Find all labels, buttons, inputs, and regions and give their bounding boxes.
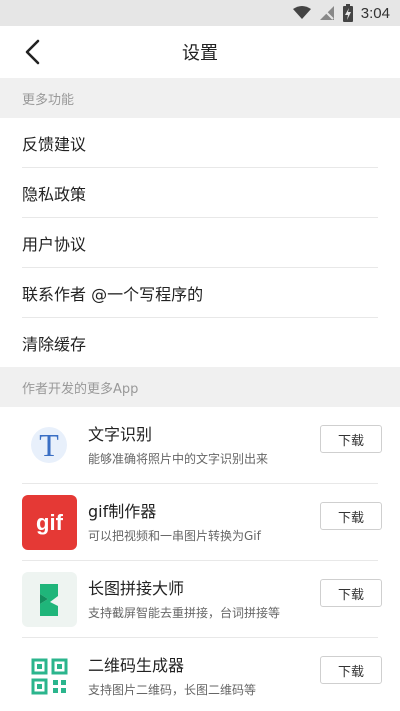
back-button[interactable] (18, 38, 46, 66)
menu-item-feedback[interactable]: 反馈建议 (0, 118, 400, 168)
settings-menu: 反馈建议 隐私政策 用户协议 联系作者 @一个写程序的 清除缓存 (0, 118, 400, 368)
download-button[interactable]: 下载 (320, 656, 382, 684)
app-description: 能够准确将照片中的文字识别出来 (88, 452, 269, 466)
text-recognition-icon: T (22, 418, 77, 473)
download-button[interactable]: 下载 (320, 425, 382, 453)
battery-charging-icon (342, 4, 353, 22)
gif-maker-icon: gif (22, 495, 77, 550)
app-description: 可以把视频和一串图片转换为Gif (88, 529, 261, 543)
app-item-text-recognition[interactable]: T 文字识别 能够准确将照片中的文字识别出来 下载 (0, 407, 400, 484)
svg-text:T: T (39, 427, 59, 463)
download-button[interactable]: 下载 (320, 579, 382, 607)
app-name: 二维码生成器 (88, 656, 185, 675)
long-image-stitch-icon (22, 572, 77, 627)
clock: 3:04 (360, 4, 390, 22)
wifi-icon (292, 6, 311, 19)
app-item-qr-generator[interactable]: 二维码生成器 支持图片二维码，长图二维码等 下载 (0, 638, 400, 711)
app-description: 支持截屏智能去重拼接，台词拼接等 (88, 606, 281, 620)
title-bar: 设置 (0, 26, 400, 78)
menu-item-user-agreement[interactable]: 用户协议 (0, 218, 400, 268)
menu-item-contact-author[interactable]: 联系作者 @一个写程序的 (0, 268, 400, 318)
qr-code-icon (22, 649, 77, 704)
status-bar: 3:04 (0, 0, 400, 26)
app-name: 长图拼接大师 (88, 579, 185, 598)
page-title: 设置 (182, 43, 218, 64)
app-description: 支持图片二维码，长图二维码等 (88, 683, 257, 697)
section-header-more-features: 更多功能 (0, 78, 400, 118)
download-button[interactable]: 下载 (320, 502, 382, 530)
app-item-long-image-stitch[interactable]: 长图拼接大师 支持截屏智能去重拼接，台词拼接等 下载 (0, 561, 400, 638)
gif-icon-text: gif (36, 509, 63, 535)
app-list: T 文字识别 能够准确将照片中的文字识别出来 下载 gif gif制作器 可以把… (0, 407, 400, 711)
section-header-more-apps: 作者开发的更多App (0, 367, 400, 407)
app-name: gif制作器 (88, 502, 157, 521)
menu-item-privacy-policy[interactable]: 隐私政策 (0, 168, 400, 218)
app-name: 文字识别 (88, 425, 153, 444)
menu-item-clear-cache[interactable]: 清除缓存 (0, 318, 400, 368)
no-signal-icon (319, 6, 334, 20)
back-arrow-icon (25, 39, 40, 65)
app-item-gif-maker[interactable]: gif gif制作器 可以把视频和一串图片转换为Gif 下载 (0, 484, 400, 561)
